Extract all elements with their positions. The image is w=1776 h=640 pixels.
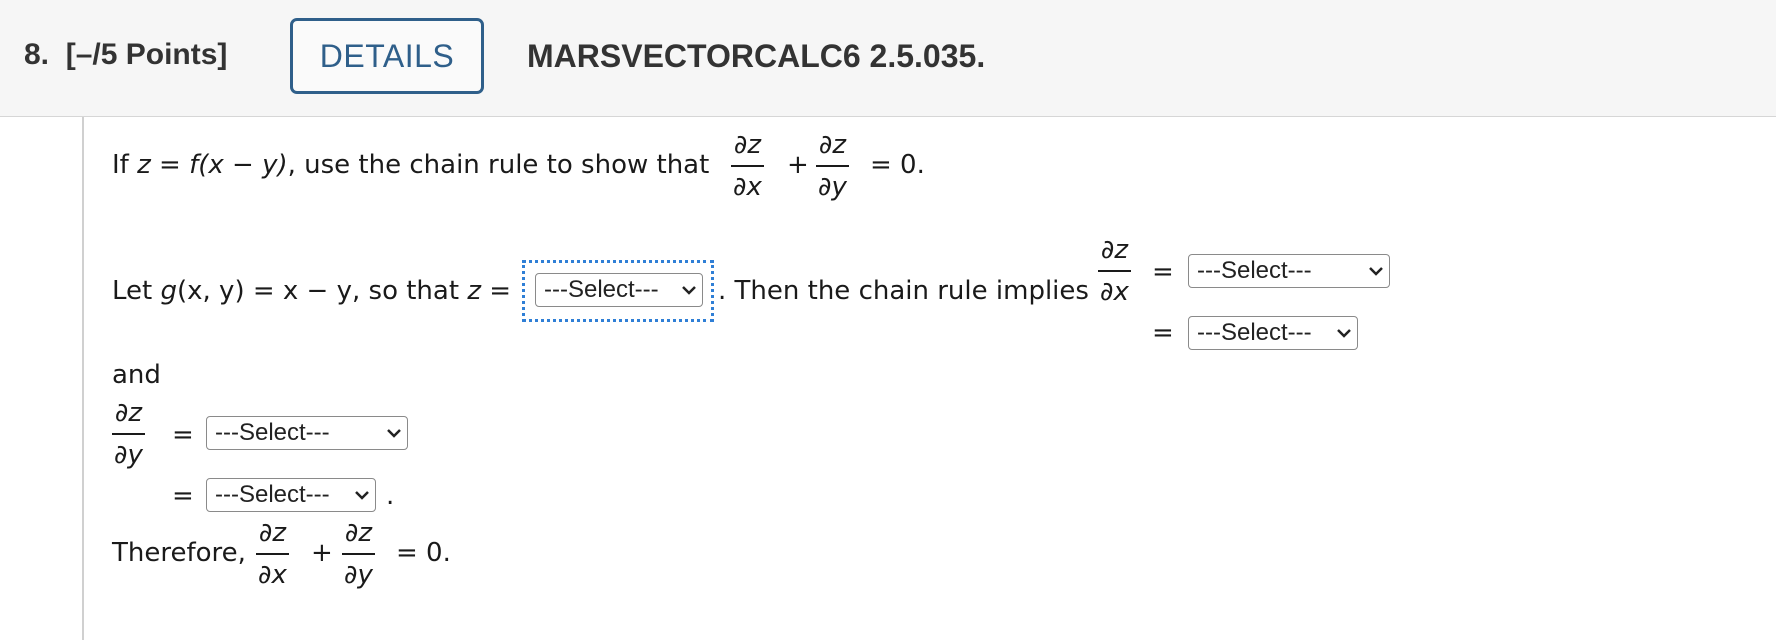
- points-label: [–/5 Points]: [65, 38, 228, 71]
- equals-zero: = 0.: [870, 150, 925, 180]
- problem-id: MARSVECTORCALC6 2.5.035.: [527, 38, 986, 74]
- select-z-expression[interactable]: ---Select---: [535, 273, 703, 307]
- fraction-dz-dy-3: ∂z ∂y: [342, 518, 375, 590]
- then-text: . Then the chain rule implies: [718, 276, 1089, 306]
- select-dz-dy-step1[interactable]: ---Select---: [206, 416, 408, 450]
- therefore-label: Therefore,: [112, 538, 246, 568]
- equals-sign: =: [1152, 257, 1174, 287]
- select-dz-dy-step2[interactable]: ---Select---: [206, 478, 376, 512]
- chevron-down-icon: [676, 273, 702, 307]
- fraction-dz-dy-2: ∂z ∂y: [112, 398, 145, 470]
- chevron-down-icon: [1331, 316, 1357, 350]
- select-dz-dx-step2[interactable]: ---Select---: [1188, 316, 1358, 350]
- fraction-dz-dx-3: ∂z ∂x: [256, 518, 289, 590]
- chevron-down-icon: [349, 478, 375, 512]
- equals-zero: = 0.: [396, 538, 451, 568]
- left-divider: [82, 117, 84, 640]
- question-number: 8. [–/5 Points]: [24, 38, 228, 71]
- fraction-dz-dx: ∂z ∂x: [731, 130, 764, 202]
- chevron-down-icon: [381, 416, 407, 450]
- plus-sign: +: [311, 538, 333, 568]
- statement-text: If z = f(x − y), use the chain rule to s…: [112, 150, 710, 180]
- select-dz-dx-step1[interactable]: ---Select---: [1188, 254, 1390, 288]
- period: .: [386, 481, 395, 511]
- equals-sign: =: [1152, 318, 1174, 348]
- fraction-dz-dy: ∂z ∂y: [816, 130, 849, 202]
- and-label: and: [112, 360, 161, 390]
- chevron-down-icon: [1363, 254, 1389, 288]
- fraction-dz-dx-2: ∂z ∂x: [1098, 235, 1131, 307]
- plus-sign: +: [787, 150, 809, 180]
- let-text: Let g(x, y) = x − y, so that z =: [112, 276, 512, 306]
- equals-sign: =: [172, 481, 194, 511]
- equals-sign: =: [172, 420, 194, 450]
- details-button[interactable]: DETAILS: [290, 18, 484, 94]
- question-header: 8. [–/5 Points] DETAILS MARSVECTORCALC6 …: [0, 0, 1776, 117]
